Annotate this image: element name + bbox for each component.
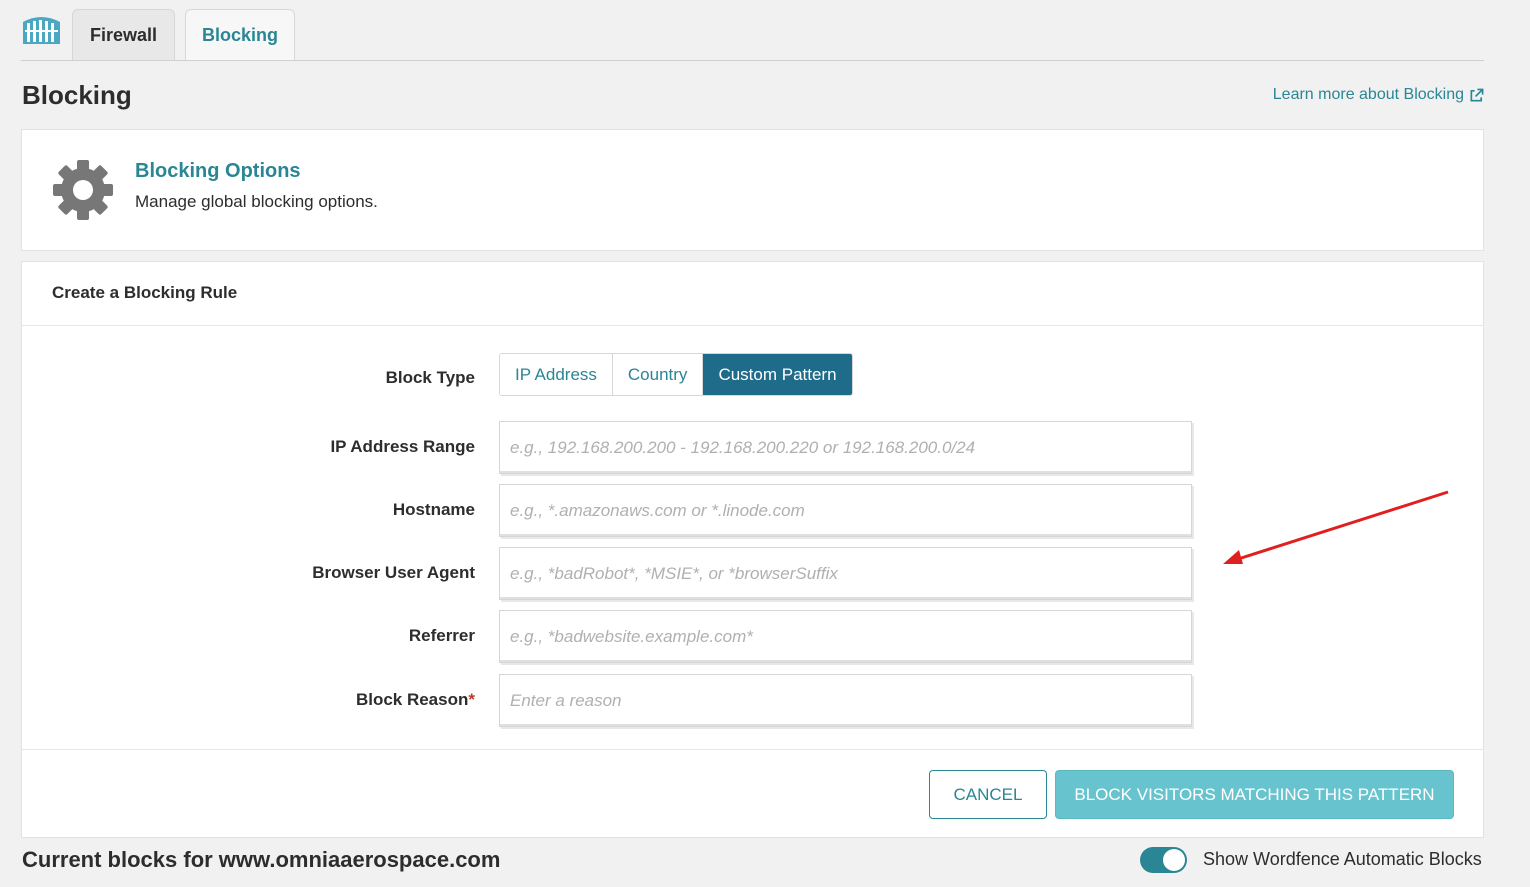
referrer-label: Referrer <box>408 626 475 645</box>
blocking-options-title[interactable]: Blocking Options <box>135 160 301 183</box>
block-type-selector: IP Address Country Custom Pattern <box>499 353 853 396</box>
block-type-label: Block Type <box>385 368 475 387</box>
gear-icon <box>53 160 113 220</box>
tabs-divider <box>21 60 1484 61</box>
block-reason-input[interactable] <box>499 674 1192 727</box>
create-rule-title: Create a Blocking Rule <box>52 283 238 302</box>
block-type-custom-pattern[interactable]: Custom Pattern <box>703 354 852 395</box>
tab-blocking-label: Blocking <box>201 25 278 45</box>
blocking-options-description: Manage global blocking options. <box>135 192 378 211</box>
ip-range-input[interactable] <box>499 421 1192 474</box>
red-arrow-icon <box>1223 490 1449 564</box>
external-link-icon <box>1470 88 1484 101</box>
block-reason-label-text: Block Reason <box>355 690 469 709</box>
block-reason-label: Block Reason* <box>356 690 475 710</box>
toggle-knob <box>1163 849 1185 871</box>
hostname-input[interactable] <box>499 484 1192 537</box>
block-type-country[interactable]: Country <box>612 354 704 395</box>
automatic-blocks-label: Show Wordfence Automatic Blocks <box>1203 849 1482 869</box>
block-type-ip-address[interactable]: IP Address <box>500 354 613 395</box>
block-visitors-button[interactable]: BLOCK VISITORS MATCHING THIS PATTERN <box>1055 770 1454 819</box>
ip-range-label: IP Address Range <box>330 437 475 456</box>
tab-firewall[interactable]: Firewall <box>72 9 175 60</box>
current-blocks-title: Current blocks for www.omniaaerospace.co… <box>22 847 501 872</box>
automatic-blocks-toggle[interactable] <box>1140 847 1187 873</box>
footer-divider <box>22 749 1483 750</box>
required-mark: * <box>468 690 475 709</box>
learn-more-label: Learn more about Blocking <box>1272 86 1464 103</box>
tab-blocking[interactable]: Blocking <box>185 9 295 61</box>
page-title: Blocking <box>22 80 132 110</box>
blocking-options-panel[interactable]: Blocking Options Manage global blocking … <box>21 129 1484 251</box>
cancel-button[interactable]: CANCEL <box>929 770 1047 819</box>
wordfence-logo-icon <box>23 17 60 44</box>
create-rule-header: Create a Blocking Rule <box>22 262 1483 326</box>
user-agent-input[interactable] <box>499 547 1192 600</box>
learn-more-link[interactable]: Learn more about Blocking <box>1273 86 1484 104</box>
tab-firewall-label: Firewall <box>89 24 158 45</box>
hostname-label: Hostname <box>392 500 475 519</box>
user-agent-label: Browser User Agent <box>312 563 475 582</box>
referrer-input[interactable] <box>499 610 1192 663</box>
